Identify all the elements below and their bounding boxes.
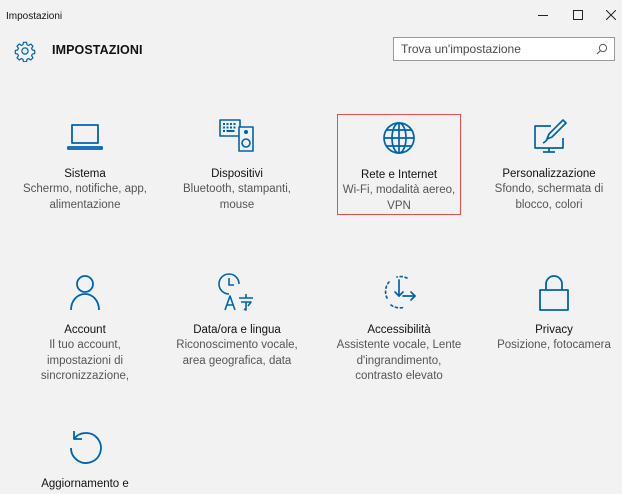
laptop-icon	[67, 124, 103, 150]
maximize-button[interactable]	[560, 0, 596, 30]
tile-account[interactable]: Account Il tuo account, impostazioni di …	[10, 272, 160, 387]
tile-rete-internet[interactable]: Rete e Internet Wi-Fi, modalità aereo, V…	[337, 114, 461, 215]
devices-icon	[219, 119, 254, 152]
tile-accessibilita[interactable]: Accessibilità Assistente vocale, Lente d…	[324, 272, 474, 387]
tile-label: Accessibilità	[367, 324, 431, 336]
maximize-icon	[573, 10, 583, 20]
tile-label: Rete e Internet	[360, 169, 438, 181]
title-bar[interactable]: Impostazioni	[0, 0, 622, 32]
tile-privacy[interactable]: Privacy Posizione, fotocamera	[479, 272, 622, 372]
tile-label: Aggiornamento e	[41, 478, 129, 490]
tile-label: Data/ora e lingua	[193, 324, 281, 336]
update-icon	[70, 431, 102, 464]
personalization-icon	[534, 119, 567, 153]
tile-label: Sistema	[64, 168, 106, 180]
tile-data-ora-lingua[interactable]: Data/ora e lingua Riconoscimento vocale,…	[162, 272, 312, 372]
globe-icon	[383, 122, 415, 154]
tile-description: Posizione, fotocamera	[497, 339, 611, 351]
tile-label: Personalizzazione	[502, 168, 596, 180]
gear-icon	[14, 41, 36, 62]
tile-description: Il tuo account, impostazioni di sincroni…	[40, 339, 130, 382]
search-input[interactable]	[394, 38, 591, 60]
tile-personalizzazione[interactable]: Personalizzazione Sfondo, schermata di b…	[474, 116, 622, 214]
tile-description: Assistente vocale, Lente d'ingrandimento…	[336, 339, 462, 382]
window-title: Impostazioni	[6, 11, 63, 22]
tile-description: Riconoscimento vocale, area geografica, …	[176, 339, 298, 367]
tile-label: Account	[64, 324, 106, 336]
tile-description: Schermo, notifiche, app, alimentazione	[22, 183, 147, 211]
tile-label: Privacy	[535, 324, 573, 336]
tile-dispositivi[interactable]: Dispositivi Bluetooth, stampanti, mouse	[162, 116, 312, 214]
tile-description: Bluetooth, stampanti, mouse	[182, 183, 292, 211]
settings-window: Impostazioni IMPOSTAZIONI Trova un'impos…	[0, 0, 622, 494]
lock-icon	[539, 275, 569, 311]
minimize-button[interactable]	[525, 0, 561, 30]
minimize-icon	[538, 15, 548, 16]
page-title: IMPOSTAZIONI	[52, 43, 143, 57]
tile-sistema[interactable]: Sistema Schermo, notifiche, app, aliment…	[10, 116, 160, 214]
person-icon	[70, 275, 100, 311]
tile-label: Dispositivi	[211, 168, 263, 180]
ease-of-access-icon	[384, 275, 417, 309]
search-box[interactable]	[393, 37, 615, 61]
close-icon	[606, 10, 616, 20]
close-button[interactable]	[593, 0, 622, 30]
tile-description: Sfondo, schermata di blocco, colori	[494, 183, 604, 211]
tile-aggiornamento[interactable]: Aggiornamento e	[10, 426, 160, 494]
time-language-icon	[218, 273, 253, 311]
search-icon[interactable]	[596, 43, 608, 55]
tile-description: Wi-Fi, modalità aereo, VPN	[342, 184, 456, 212]
